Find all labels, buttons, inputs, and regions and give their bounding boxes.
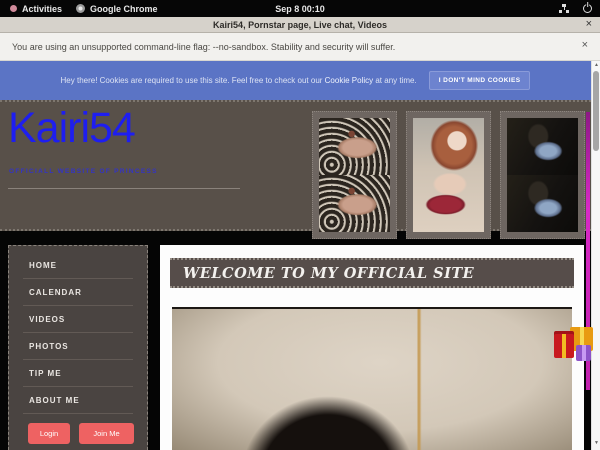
- cookie-policy-link[interactable]: Cookie Policy: [325, 76, 373, 85]
- clock-button[interactable]: Sep 8 00:10: [0, 4, 600, 14]
- sidebar-nav: HOME CALENDAR VIDEOS PHOTOS TIP ME ABOUT…: [8, 245, 148, 450]
- header-photo-row: [312, 111, 585, 239]
- site-logo[interactable]: Kairi54: [8, 104, 135, 153]
- power-icon[interactable]: [583, 4, 592, 13]
- sandbox-warning-text: You are using an unsupported command-lin…: [12, 42, 395, 52]
- browser-viewport: Hey there! Cookies are required to use t…: [0, 61, 600, 450]
- sidebar-item-tip-me[interactable]: TIP ME: [23, 360, 133, 387]
- photo-bedroom-image: [319, 118, 390, 232]
- scrollbar-down-icon[interactable]: ▼: [592, 439, 600, 448]
- network-icon[interactable]: [559, 4, 569, 13]
- cookie-message-post: at any time.: [373, 76, 417, 85]
- header-photo-thumbnail-3[interactable]: [500, 111, 585, 239]
- cookie-consent-bar: Hey there! Cookies are required to use t…: [0, 61, 591, 100]
- sidebar-item-photos[interactable]: PHOTOS: [23, 333, 133, 360]
- cookie-message-pre: Hey there! Cookies are required to use t…: [61, 76, 325, 85]
- window-titlebar: Kairi54, Pornstar page, Live chat, Video…: [0, 17, 600, 33]
- gift-icon: [553, 327, 595, 364]
- scrollbar-thumb[interactable]: [593, 71, 599, 151]
- header-photo-thumbnail-2[interactable]: [406, 111, 491, 239]
- photo-dark-image: [507, 118, 578, 232]
- sidebar-item-calendar[interactable]: CALENDAR: [23, 279, 133, 306]
- sandbox-warning-infobar: You are using an unsupported command-lin…: [0, 33, 600, 61]
- window-title: Kairi54, Pornstar page, Live chat, Video…: [213, 20, 387, 30]
- infobar-close-icon[interactable]: ×: [582, 39, 588, 51]
- page-scrollbar[interactable]: ▲ ▼: [591, 61, 600, 450]
- sidebar-item-videos[interactable]: VIDEOS: [23, 306, 133, 333]
- header-photo-thumbnail-1[interactable]: [312, 111, 397, 239]
- window-close-icon[interactable]: ×: [586, 17, 592, 33]
- screen: Activities Google Chrome Sep 8 00:10 Kai…: [0, 0, 600, 450]
- login-button[interactable]: Login: [28, 423, 70, 444]
- gift-purple-box: [576, 345, 591, 361]
- site-tagline: OFFICIALL WEBSITE OF PRINCESS: [9, 168, 158, 175]
- photo-selfie-image: [413, 118, 484, 232]
- welcome-heading-bar: WELCOME TO MY OFFICIAL SITE: [170, 258, 574, 288]
- join-me-button[interactable]: Join Me: [79, 423, 134, 444]
- cookie-message: Hey there! Cookies are required to use t…: [61, 76, 417, 85]
- welcome-heading: WELCOME TO MY OFFICIAL SITE: [183, 265, 474, 282]
- sidebar-item-about-me[interactable]: ABOUT ME: [23, 387, 133, 414]
- web-page: Kairi54 OFFICIALL WEBSITE OF PRINCESS: [0, 100, 591, 450]
- cookie-accept-button[interactable]: I DON'T MIND COOKIES: [429, 71, 531, 90]
- scrollbar-up-icon[interactable]: ▲: [592, 61, 600, 70]
- main-content: WELCOME TO MY OFFICIAL SITE: [160, 245, 584, 450]
- main-content-photo: [172, 307, 572, 450]
- gnome-top-bar: Activities Google Chrome Sep 8 00:10: [0, 0, 600, 17]
- gift-red-box: [554, 334, 574, 358]
- sidebar-item-home[interactable]: HOME: [23, 252, 133, 279]
- header-divider: [8, 188, 240, 189]
